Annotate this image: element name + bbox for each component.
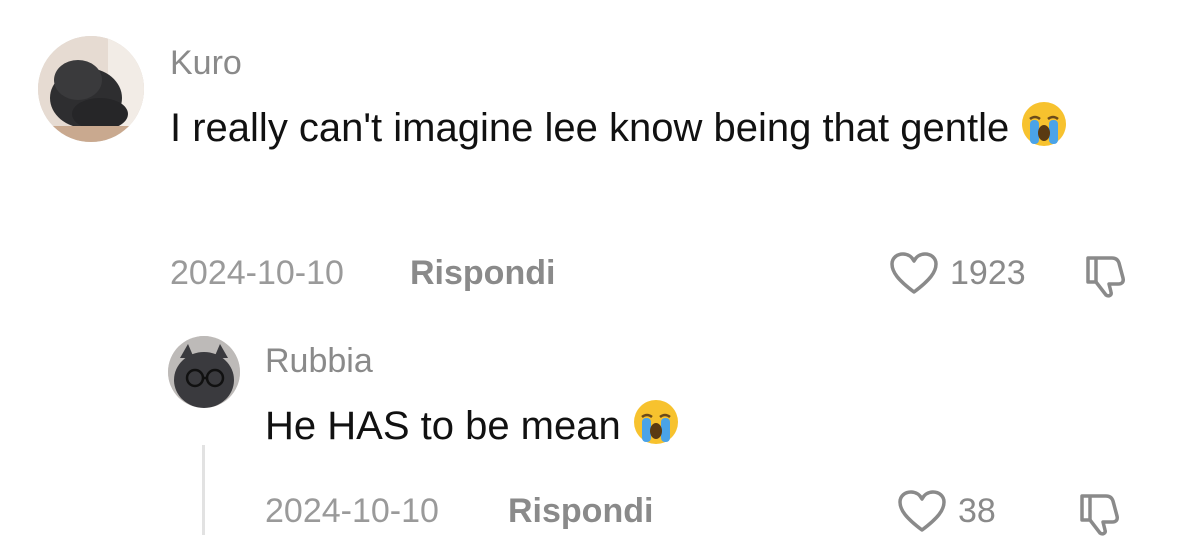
thumbs-down-icon	[1086, 256, 1125, 298]
like-count: 38	[958, 491, 996, 530]
dislike-button[interactable]	[1076, 488, 1126, 543]
loudly-crying-face-emoji-icon	[1019, 99, 1069, 166]
comment-text: I really can't imagine lee know being th…	[170, 98, 1070, 166]
like-count: 1923	[950, 253, 1026, 292]
comment-kuro: Kuro I really can't imagine lee know bei…	[0, 0, 1179, 320]
like-button[interactable]: 1923	[888, 250, 1026, 296]
reply-button[interactable]: Rispondi	[508, 492, 653, 531]
avatar-kuro[interactable]	[38, 36, 144, 142]
comment-text-content: I really can't imagine lee know being th…	[170, 106, 1010, 150]
heart-outline-icon	[890, 252, 938, 294]
thumbs-down-icon	[1080, 494, 1119, 536]
reply-username[interactable]: Rubbia	[265, 342, 373, 381]
comment-date: 2024-10-10	[170, 254, 344, 292]
avatar-image	[38, 36, 144, 142]
reply-text-content: He HAS to be mean	[265, 404, 621, 448]
reply-rubbia: Rubbia He HAS to be mean 2024-10-10 Risp…	[0, 320, 1179, 546]
comment-username[interactable]: Kuro	[170, 44, 242, 83]
reply-button[interactable]: Rispondi	[410, 254, 555, 293]
avatar-image	[168, 336, 240, 408]
avatar-rubbia[interactable]	[168, 336, 240, 408]
loudly-crying-face-emoji-icon	[631, 397, 681, 464]
dislike-button[interactable]	[1082, 250, 1132, 305]
reply-text: He HAS to be mean	[265, 396, 1065, 464]
like-button[interactable]: 38	[896, 488, 996, 534]
reply-date: 2024-10-10	[265, 492, 439, 530]
heart-outline-icon	[898, 490, 946, 532]
